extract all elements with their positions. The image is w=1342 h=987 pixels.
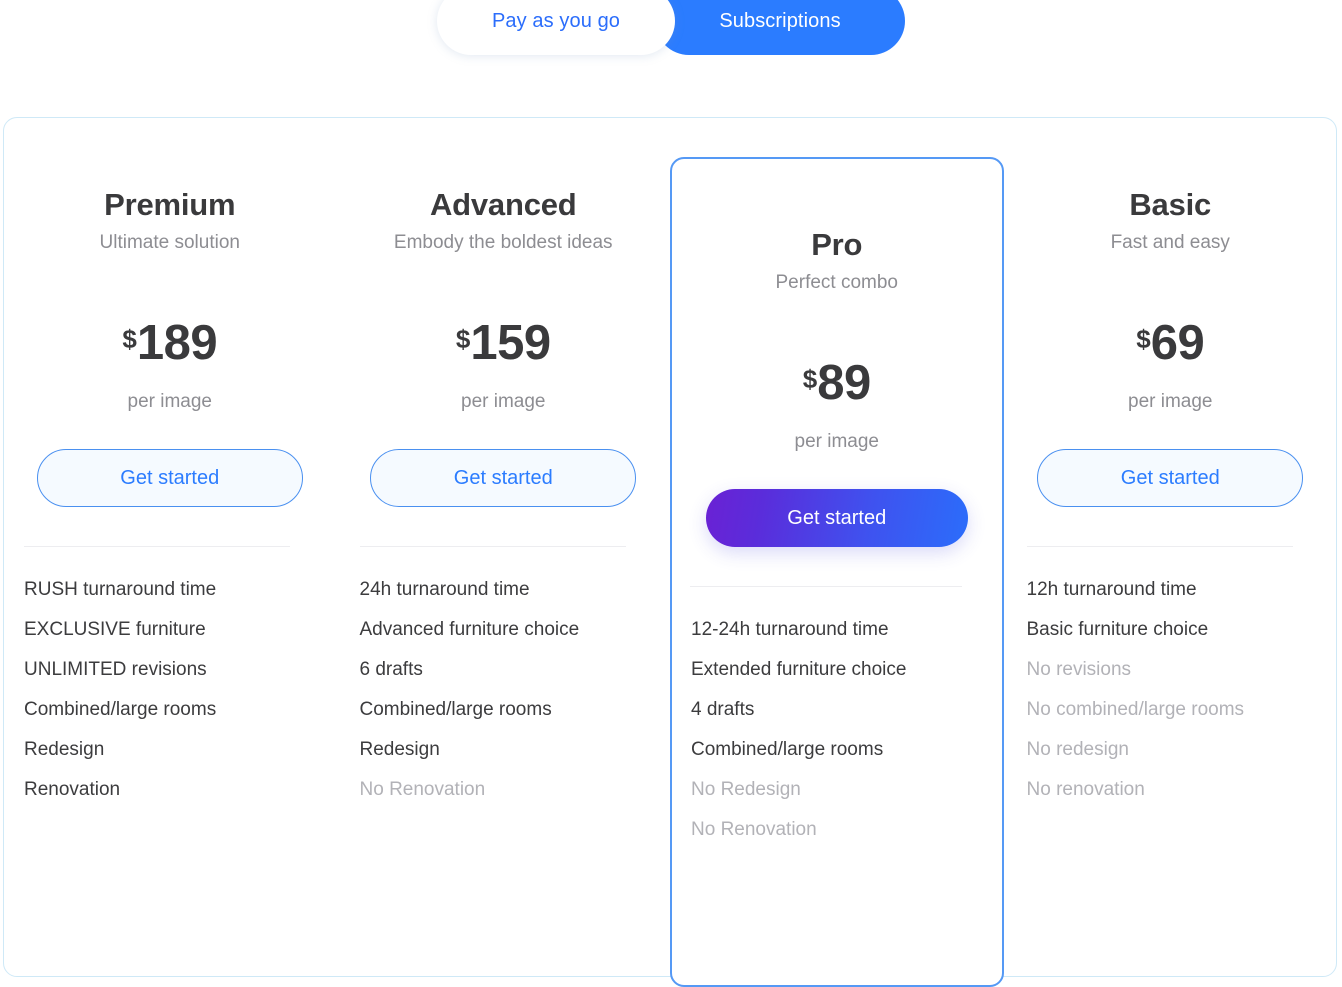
feature-item: 6 drafts bbox=[359, 659, 423, 681]
feature-item: Redesign bbox=[24, 739, 105, 761]
feature-list: 24h turnaround time Advanced furniture ch… bbox=[337, 580, 671, 820]
currency-symbol: $ bbox=[802, 364, 818, 394]
currency-symbol: $ bbox=[122, 324, 137, 354]
plan-tagline: Ultimate solution bbox=[99, 232, 240, 253]
price-unit-label: per image bbox=[127, 391, 213, 413]
toggle-option-subscriptions-label: Subscriptions bbox=[719, 9, 841, 32]
price-unit-label: per image bbox=[1128, 391, 1213, 413]
pricing-card-pro: Pro Perfect combo $89 per image Get started 1… bbox=[670, 157, 1004, 987]
feature-item: No renovation bbox=[1026, 779, 1145, 801]
plan-price: $189 bbox=[3, 316, 337, 370]
plan-name: Advanced bbox=[429, 187, 577, 222]
card-divider bbox=[1026, 546, 1293, 548]
plan-price: $69 bbox=[1004, 316, 1338, 370]
pricing-card-basic: Basic Fast and easy $69 per image Get starte… bbox=[1004, 117, 1338, 948]
cta-row: Get started bbox=[1004, 449, 1338, 508]
feature-item: 12h turnaround time bbox=[1026, 579, 1197, 601]
feature-item: 4 drafts bbox=[691, 699, 755, 721]
pricing-card-advanced: Advanced Embody the boldest ideas $159 per … bbox=[337, 117, 671, 948]
feature-item: RUSH turnaround time bbox=[24, 579, 217, 601]
feature-list: 12-24h turnaround time Extended furniture… bbox=[672, 620, 1002, 860]
feature-item: No revisions bbox=[1026, 659, 1132, 681]
toggle-option-payasyougo[interactable]: Pay as you go bbox=[437, 0, 675, 55]
currency-symbol: $ bbox=[1136, 324, 1151, 354]
plan-name: Pro bbox=[811, 227, 863, 262]
feature-item: Combined/large rooms bbox=[24, 699, 217, 721]
feature-item: EXCLUSIVE furniture bbox=[24, 619, 206, 641]
price-amount: 159 bbox=[470, 316, 551, 370]
feature-list: RUSH turnaround time EXCLUSIVE furniture U… bbox=[3, 580, 337, 820]
price-amount: 189 bbox=[136, 316, 218, 370]
get-started-button[interactable]: Get started bbox=[1037, 449, 1304, 508]
feature-item: No combined/large rooms bbox=[1026, 699, 1245, 721]
pricing-cards-row: Premium Ultimate solution $189 per image Get… bbox=[3, 117, 1338, 987]
feature-item: No Redesign bbox=[691, 779, 801, 801]
plan-tagline: Perfect combo bbox=[775, 272, 899, 293]
feature-item: Extended furniture choice bbox=[691, 659, 907, 681]
cta-row: Get started bbox=[672, 489, 1002, 548]
toggle-option-payasyougo-label: Pay as you go bbox=[491, 9, 621, 32]
feature-list: 12h turnaround time Basic furniture choic… bbox=[1004, 580, 1338, 820]
plan-price: $89 bbox=[672, 356, 1002, 410]
toggle-option-subscriptions[interactable]: Subscriptions bbox=[655, 0, 905, 55]
feature-item: Combined/large rooms bbox=[691, 739, 884, 761]
cta-row: Get started bbox=[3, 449, 337, 508]
feature-item: Basic furniture choice bbox=[1026, 619, 1209, 641]
get-started-button[interactable]: Get started bbox=[36, 449, 303, 508]
plan-name: Premium bbox=[104, 187, 236, 222]
price-unit-label: per image bbox=[794, 431, 880, 453]
feature-item: UNLIMITED revisions bbox=[24, 659, 207, 681]
feature-item: Combined/large rooms bbox=[359, 699, 552, 721]
card-divider bbox=[690, 586, 962, 588]
get-started-label: Get started bbox=[1120, 466, 1220, 489]
plan-price: $159 bbox=[337, 316, 671, 370]
feature-item: No Renovation bbox=[691, 819, 817, 841]
get-started-label: Get started bbox=[120, 466, 220, 489]
feature-item: Renovation bbox=[24, 779, 121, 801]
feature-item: Advanced furniture choice bbox=[359, 619, 580, 641]
feature-item: No redesign bbox=[1026, 739, 1129, 761]
price-amount: 69 bbox=[1150, 316, 1205, 370]
plan-name: Basic bbox=[1129, 187, 1212, 222]
pricing-card-premium: Premium Ultimate solution $189 per image Get… bbox=[3, 117, 337, 948]
plan-tagline: Fast and easy bbox=[1110, 232, 1230, 253]
get-started-label: Get started bbox=[453, 466, 553, 489]
card-divider bbox=[24, 546, 290, 548]
cta-row: Get started bbox=[337, 449, 671, 508]
feature-item: Redesign bbox=[359, 739, 440, 761]
get-started-label: Get started bbox=[787, 506, 887, 529]
plan-tagline: Embody the boldest ideas bbox=[393, 232, 613, 253]
feature-item: No Renovation bbox=[359, 779, 486, 801]
currency-symbol: $ bbox=[455, 324, 471, 354]
price-amount: 89 bbox=[817, 356, 871, 410]
get-started-button[interactable]: Get started bbox=[370, 449, 637, 508]
feature-item: 24h turnaround time bbox=[359, 579, 530, 601]
feature-item: 12-24h turnaround time bbox=[691, 619, 889, 641]
price-unit-label: per image bbox=[461, 391, 546, 413]
get-started-button[interactable]: Get started bbox=[705, 489, 968, 548]
card-divider bbox=[359, 546, 626, 548]
